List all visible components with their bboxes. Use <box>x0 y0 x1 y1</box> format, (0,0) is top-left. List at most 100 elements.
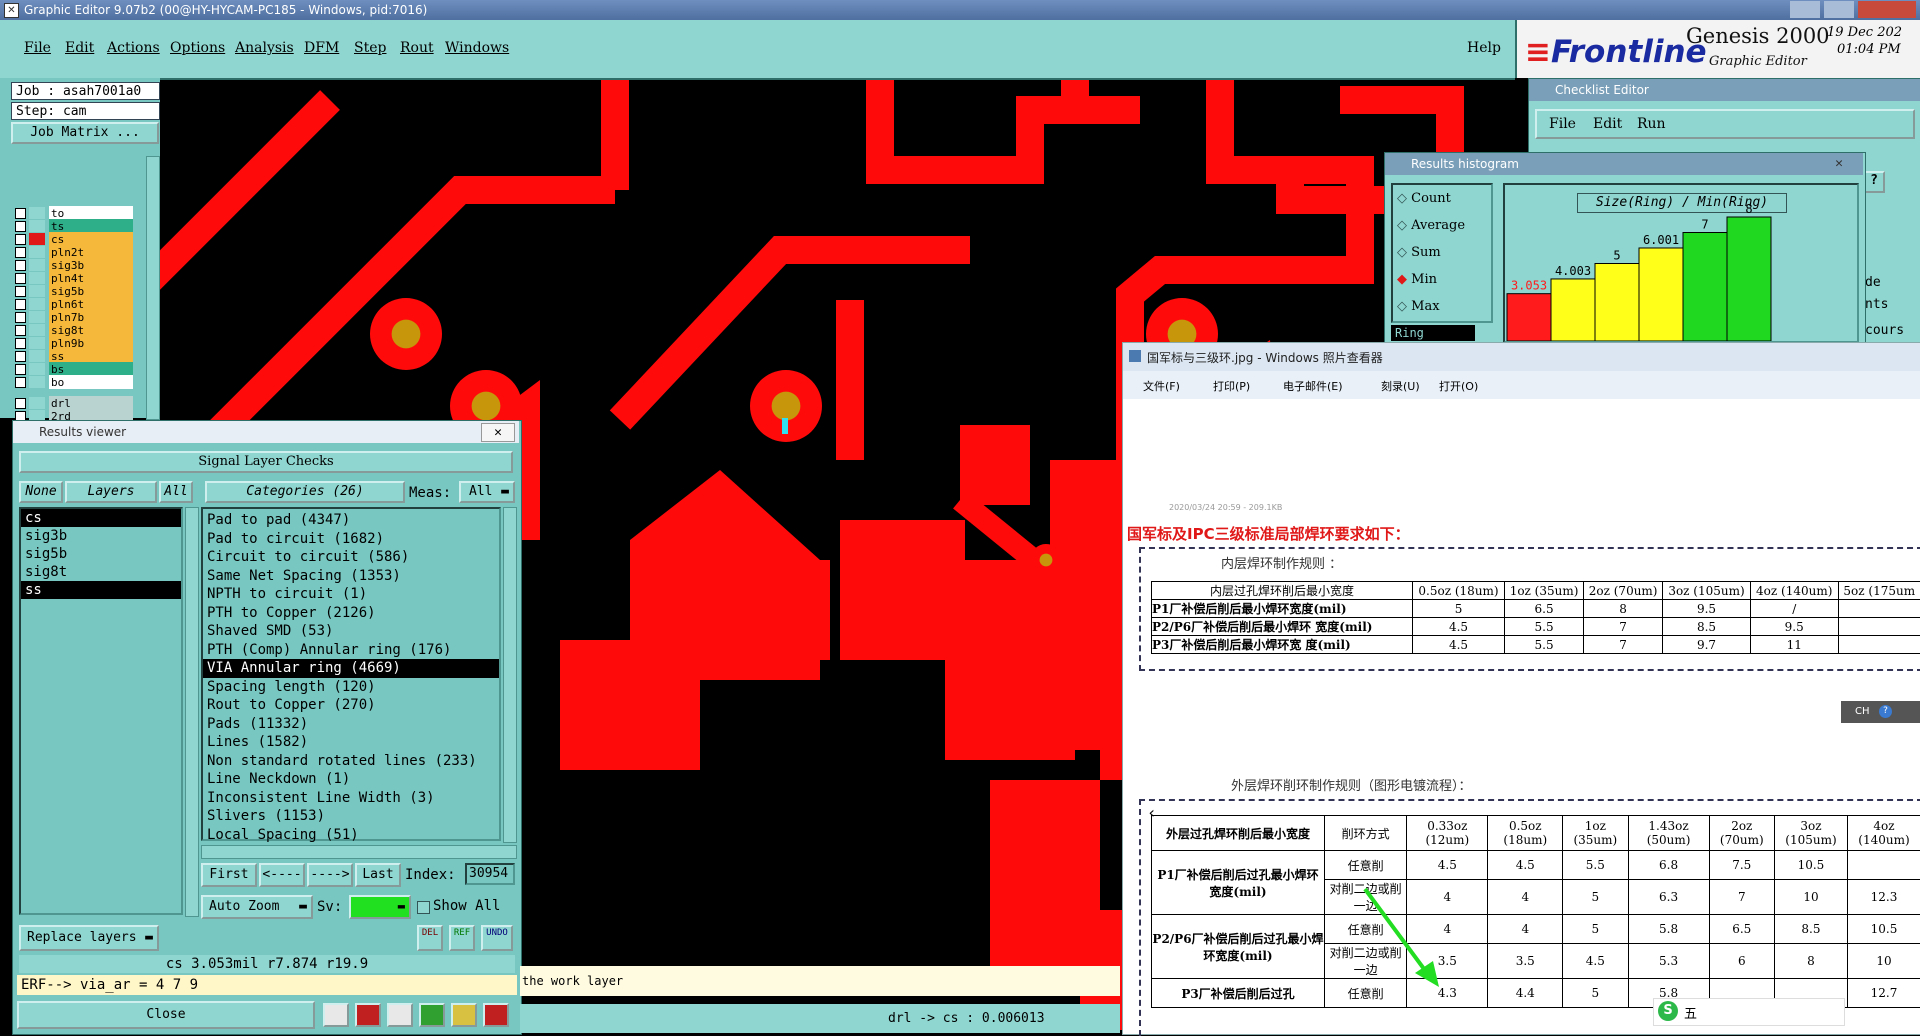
layer-scrollbar[interactable] <box>146 156 160 420</box>
category-item[interactable]: Circuit to circuit (586) <box>203 548 499 567</box>
checklist-menu-edit[interactable]: Edit <box>1593 116 1622 132</box>
layer-checkbox[interactable] <box>15 364 26 375</box>
histogram-bar[interactable] <box>1638 247 1684 341</box>
prev-button[interactable]: <---- <box>259 863 305 887</box>
auto-zoom-dropdown[interactable]: Auto Zoom ▬ <box>201 895 313 919</box>
layer-checkbox[interactable] <box>15 338 26 349</box>
checklist-menu-file[interactable]: File <box>1549 116 1576 132</box>
layer-checkbox[interactable] <box>15 260 26 271</box>
category-item[interactable]: PTH to Copper (2126) <box>203 604 499 623</box>
results-layer-item[interactable]: ss <box>21 581 181 599</box>
histogram-field-input[interactable]: Ring <box>1391 325 1475 341</box>
layer-checkbox[interactable] <box>15 325 26 336</box>
last-button[interactable]: Last <box>355 863 401 887</box>
highlighted-result-marker[interactable] <box>782 418 788 434</box>
layer-checkbox[interactable] <box>15 221 26 232</box>
histogram-tool-icon[interactable] <box>483 1003 509 1027</box>
category-item[interactable]: Non standard rotated lines (233) <box>203 752 499 771</box>
job-matrix-button[interactable]: Job Matrix ... <box>11 122 159 144</box>
histogram-close-icon[interactable]: ✕ <box>1823 155 1855 172</box>
category-item[interactable]: Lines (1582) <box>203 733 499 752</box>
menu-dfm[interactable]: DFM <box>304 40 339 56</box>
menu-actions[interactable]: Actions <box>107 40 160 56</box>
replace-layers-dropdown[interactable]: Replace layers ▬ <box>19 925 159 951</box>
menu-rout[interactable]: Rout <box>400 40 434 56</box>
next-button[interactable]: ----> <box>307 863 353 887</box>
minimize-icon[interactable] <box>1790 1 1820 18</box>
all-button[interactable]: All <box>159 481 193 503</box>
grid-tool-icon[interactable] <box>387 1003 413 1027</box>
histogram-option-sum[interactable]: ◇ Sum <box>1397 245 1441 260</box>
category-item[interactable]: Inconsistent Line Width (3) <box>203 789 499 808</box>
index-input[interactable]: 30954 <box>465 863 515 885</box>
results-layer-item[interactable]: sig5b <box>21 545 181 563</box>
category-item[interactable]: Shaved SMD (53) <box>203 622 499 641</box>
layer-checkbox[interactable] <box>15 234 26 245</box>
histogram-bar[interactable] <box>1726 216 1772 341</box>
layer-checkbox[interactable] <box>15 286 26 297</box>
histogram-bar[interactable] <box>1506 293 1552 341</box>
categories-vscrollbar[interactable] <box>503 507 517 843</box>
category-item[interactable]: VIA Annular ring (4669) <box>203 659 499 678</box>
category-item[interactable]: NPTH to circuit (1) <box>203 585 499 604</box>
menu-windows[interactable]: Windows <box>445 40 509 56</box>
category-item[interactable]: Pad to circuit (1682) <box>203 530 499 549</box>
layer-checkbox[interactable] <box>15 208 26 219</box>
histogram-bar[interactable] <box>1682 232 1728 342</box>
category-item[interactable]: Local Spacing (51) <box>203 826 499 845</box>
histogram-option-max[interactable]: ◇ Max <box>1397 299 1440 314</box>
menu-analysis[interactable]: Analysis <box>235 40 294 56</box>
reference-icon[interactable]: REF <box>449 925 475 951</box>
undo-icon[interactable]: UNDO <box>481 925 513 951</box>
language-bar[interactable]: CH ? <box>1841 701 1920 723</box>
category-item[interactable]: Pad to pad (4347) <box>203 511 499 530</box>
categories-hscrollbar[interactable] <box>201 845 517 859</box>
measure-tool-icon[interactable] <box>323 1003 349 1027</box>
categories-button[interactable]: Categories (26) <box>205 481 405 503</box>
close-button[interactable]: Close <box>17 1001 315 1029</box>
category-item[interactable]: Spacing length (120) <box>203 678 499 697</box>
ime-toolbar[interactable]: S 五 <box>1653 998 1845 1026</box>
category-item[interactable]: Rout to Copper (270) <box>203 696 499 715</box>
layer-row-bo[interactable]: bo <box>15 375 133 390</box>
results-layer-item[interactable]: sig3b <box>21 527 181 545</box>
photo-menu-open[interactable]: 打开(O) <box>1439 378 1478 394</box>
layers-button[interactable]: Layers <box>65 481 157 503</box>
category-item[interactable]: Pads (11332) <box>203 715 499 734</box>
menu-help[interactable]: Help <box>1467 40 1501 56</box>
sv-color-dropdown[interactable]: ▬ <box>349 895 411 919</box>
layer-checkbox[interactable] <box>15 273 26 284</box>
photo-menu-email[interactable]: 电子邮件(E) <box>1283 378 1343 394</box>
results-layer-list[interactable]: cs sig3b sig5b sig8t ss <box>19 507 183 915</box>
category-item[interactable]: Same Net Spacing (1353) <box>203 567 499 586</box>
menu-options[interactable]: Options <box>170 40 225 56</box>
categories-list[interactable]: Pad to pad (4347) Pad to circuit (1682) Ci… <box>201 507 501 843</box>
show-all-checkbox[interactable] <box>417 901 430 914</box>
report-tool-icon[interactable] <box>451 1003 477 1027</box>
category-item[interactable]: Line Neckdown (1) <box>203 770 499 789</box>
results-viewer-close-icon[interactable]: ✕ <box>481 423 515 442</box>
layer-checkbox[interactable] <box>15 351 26 362</box>
results-layer-item[interactable]: sig8t <box>21 563 181 581</box>
maximize-icon[interactable] <box>1824 1 1854 18</box>
layer-checkbox[interactable] <box>15 377 26 388</box>
layer-checkbox[interactable] <box>15 247 26 258</box>
close-icon[interactable] <box>1858 1 1916 18</box>
histogram-bar[interactable] <box>1550 278 1596 341</box>
checklist-help-icon[interactable]: ? <box>1863 171 1885 193</box>
photo-menu-print[interactable]: 打印(P) <box>1213 378 1250 394</box>
check-tool-icon[interactable] <box>419 1003 445 1027</box>
histogram-bar[interactable] <box>1594 263 1640 342</box>
layer-checkbox[interactable] <box>15 312 26 323</box>
histogram-option-average[interactable]: ◇ Average <box>1397 218 1465 233</box>
category-item[interactable]: Slivers (1153) <box>203 807 499 826</box>
histogram-option-count[interactable]: ◇ Count <box>1397 191 1451 206</box>
photo-menu-burn[interactable]: 刻录(U) <box>1381 378 1420 394</box>
none-button[interactable]: None <box>19 481 63 503</box>
layer-checkbox[interactable] <box>15 398 26 409</box>
menu-file[interactable]: File <box>24 40 51 56</box>
stop-tool-icon[interactable] <box>355 1003 381 1027</box>
photo-menu-file[interactable]: 文件(F) <box>1143 378 1180 394</box>
category-item[interactable]: PTH (Comp) Annular ring (176) <box>203 641 499 660</box>
layer-checkbox[interactable] <box>15 299 26 310</box>
